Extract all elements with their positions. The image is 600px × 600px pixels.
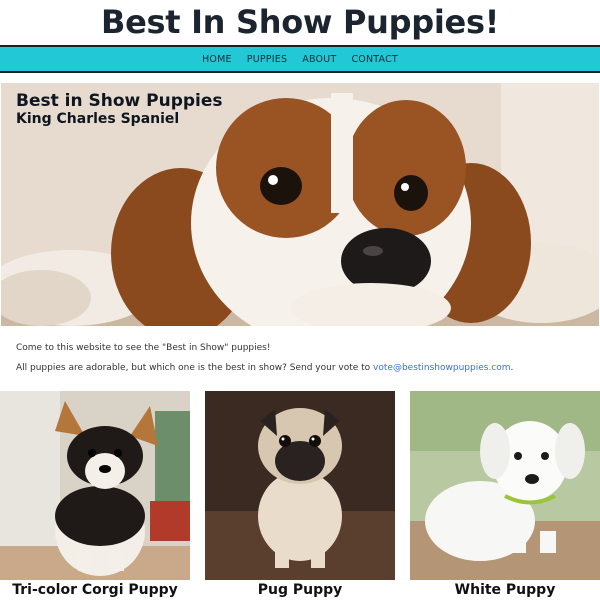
puppy-card-corgi[interactable]: Tri-color Corgi Puppy: [0, 391, 190, 600]
hero-subtitle: King Charles Spaniel: [16, 111, 180, 127]
corgi-caption: Tri-color Corgi Puppy: [12, 582, 178, 598]
puppy-card-white[interactable]: White Puppy: [410, 391, 600, 600]
vote-text-prefix: All puppies are adorable, but which one …: [16, 363, 374, 373]
hero-banner: Best in Show Puppies King Charles Spanie…: [1, 83, 599, 326]
vote-text: All puppies are adorable, but which one …: [16, 363, 513, 373]
white-puppy-caption: White Puppy: [454, 582, 556, 598]
pug-photo: [205, 391, 395, 580]
pug-caption: Pug Puppy: [257, 582, 343, 598]
corgi-image: [0, 391, 190, 580]
main-nav: HOME PUPPIES ABOUT CONTACT: [0, 45, 600, 73]
intro-text: Come to this website to see the "Best in…: [16, 343, 271, 353]
puppy-card-pug[interactable]: Pug Puppy: [205, 391, 395, 600]
corgi-photo: [0, 391, 190, 580]
white-puppy-photo: [410, 391, 600, 580]
vote-text-suffix: .: [510, 363, 514, 373]
white-puppy-image: [410, 391, 600, 580]
pug-image: [205, 391, 395, 580]
page-title: Best In Show Puppies!: [101, 3, 499, 41]
hero-title: Best in Show Puppies: [16, 91, 223, 111]
nav-about-link[interactable]: ABOUT: [302, 48, 336, 72]
nav-contact-link[interactable]: CONTACT: [351, 48, 397, 72]
vote-email-link[interactable]: vote@bestinshowpuppies.com: [373, 363, 510, 373]
nav-home-link[interactable]: HOME: [202, 48, 232, 72]
nav-puppies-link[interactable]: PUPPIES: [247, 48, 287, 72]
